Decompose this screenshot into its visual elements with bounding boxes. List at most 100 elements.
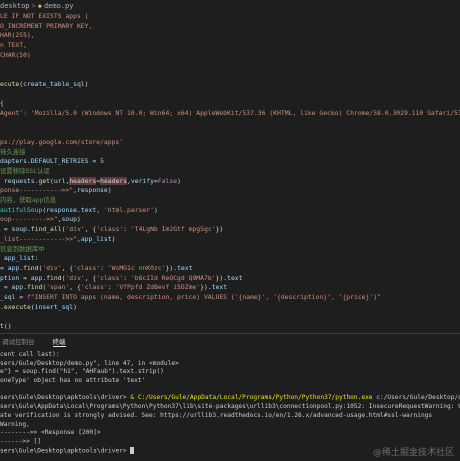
- code-token: 'WsMG1c nnK0zc': [107, 263, 166, 272]
- code-token: ecute: [0, 79, 20, 88]
- code-line: ecute(create_table_sql): [0, 80, 460, 90]
- code-token: }).: [165, 263, 178, 272]
- code-token: t(): [0, 322, 12, 330]
- code-line: requests.get(url,headers=headers,verify=…: [0, 176, 460, 187]
- code-token: =: [88, 157, 101, 166]
- code-token: ption: [0, 273, 20, 282]
- terminal-line: cent call last):: [0, 351, 460, 360]
- code-line: O_INCREMENT PRIMARY KEY,: [0, 22, 460, 32]
- code-token: =: [0, 225, 12, 234]
- tab-debug-console[interactable]: 调试控制台: [2, 336, 35, 346]
- code-token: oup--------->>": [0, 215, 58, 224]
- code-token: text: [177, 263, 193, 272]
- code-line: _sql = f"INSERT INTO apps (name, descrip…: [0, 293, 460, 303]
- code-token: insert_sql: [34, 302, 74, 311]
- code-token: c:/Users/Gule/Desktop/demo.py: [376, 394, 460, 402]
- code-line: ponse----------->>",response): [0, 186, 460, 196]
- code-token: ): [84, 79, 89, 88]
- terminal-line: oneType' object has no attribute 'text': [0, 377, 460, 386]
- code-token: O_INCREMENT PRIMARY KEY,: [0, 21, 93, 30]
- code-token: 'div': [42, 263, 62, 272]
- code-token: 内容，获取app信息: [0, 196, 57, 205]
- code-line: 内容，获取app信息: [0, 196, 460, 206]
- code-token: DEFAULT_RETRIES: [30, 157, 89, 166]
- terminal-line: ate verification is strongly advised. Se…: [0, 412, 460, 421]
- code-token: 'T4LgNb Im2Gtf mpg5gc': [130, 225, 216, 234]
- code-token: response: [46, 205, 77, 214]
- code-token: n TEXT,: [0, 41, 27, 50]
- terminal-line: sers/Gule/Desktop/demo.py", line 47, in …: [0, 360, 460, 369]
- code-token: ): [177, 176, 181, 185]
- breadcrumb-separator: >: [31, 2, 36, 10]
- code-token: oneType' object has no attribute 'text': [0, 377, 146, 385]
- code-line: Agent': 'Mozilla/5.0 (Windows NT 10.0; W…: [0, 109, 460, 119]
- code-token: sers\Gule\Desktop\apktools\driver>: [0, 394, 131, 402]
- code-line: 信息到数据库中: [0, 245, 460, 255]
- code-token: ): [153, 205, 158, 214]
- code-token: app: [11, 283, 24, 292]
- code-token: 'class': [73, 263, 101, 272]
- code-token: 'div': [65, 273, 85, 282]
- code-token: find: [26, 283, 43, 292]
- code-token: ,: [96, 205, 104, 214]
- code-token: =: [0, 283, 12, 292]
- code-token: 设置移除SSL认证: [0, 167, 50, 175]
- terminal-line: Warning,: [0, 421, 460, 430]
- code-line: .execute(insert_sql): [0, 303, 460, 313]
- breadcrumb-folder[interactable]: desktop: [0, 2, 30, 10]
- code-token: ------>> []: [0, 437, 41, 445]
- code-token: =: [19, 273, 31, 282]
- code-token: 'div': [65, 225, 85, 234]
- terminal-line: -------->> <Response [200]>: [0, 429, 460, 438]
- code-token: ponse----------->>": [0, 186, 74, 195]
- python-file-icon: ◆: [37, 2, 42, 10]
- code-editor[interactable]: LE IF NOT EXISTS apps (O_INCREMENT PRIMA…: [0, 12, 460, 333]
- code-token: }).: [215, 273, 228, 282]
- code-token: :: [34, 254, 39, 263]
- code-line: 设置移除SSL认证: [0, 167, 460, 177]
- code-line: = soup.find_all('div', {'class': 'T4LgNb…: [0, 225, 460, 235]
- terminal[interactable]: cent call last): sers/Gule/Desktop/demo.p…: [0, 348, 460, 455]
- code-token: , {: [61, 263, 74, 272]
- code-line: app_list:: [0, 254, 460, 264]
- code-token: 待久连接: [0, 147, 26, 156]
- code-line: dapters.DEFAULT_RETRIES = 5: [0, 157, 460, 167]
- code-line: CHAR(50): [0, 51, 460, 61]
- code-line: HAR(255),: [0, 31, 460, 41]
- code-token: ate verification is strongly advised. Se…: [0, 411, 433, 419]
- code-token: -------->> <Response [200]>: [0, 429, 101, 437]
- code-token: response: [76, 186, 108, 195]
- code-token: e"} = soup.find("h1", "AHFaub").text.str…: [0, 368, 164, 376]
- code-token: , {: [84, 225, 97, 234]
- terminal-line: e"} = soup.find("h1", "AHFaub").text.str…: [0, 368, 460, 377]
- code-token: headers: [100, 176, 128, 185]
- terminal-cursor: [130, 446, 135, 454]
- code-token: cent call last):: [0, 351, 60, 358]
- code-token: , {: [84, 273, 97, 282]
- breadcrumb-file[interactable]: demo.py: [44, 2, 74, 10]
- code-token: Warning,: [0, 420, 30, 428]
- code-token: :: [100, 263, 108, 272]
- code-token: find: [23, 263, 39, 272]
- code-token: sers\Gule\AppData\Local\Programs\Python\…: [0, 403, 460, 411]
- code-token: text: [211, 283, 228, 292]
- code-token: 信息到数据库中: [0, 244, 45, 253]
- code-token: app_list: [0, 254, 35, 263]
- code-token: :: [123, 225, 131, 234]
- tab-terminal[interactable]: 终端: [52, 336, 66, 347]
- code-line: _list------------>>",app_list): [0, 235, 460, 245]
- code-token: :: [123, 273, 131, 282]
- code-token: app: [7, 263, 20, 272]
- terminal-line: sers\Gule\AppData\Local\Programs\Python\…: [0, 403, 460, 412]
- code-token: find: [46, 273, 62, 282]
- code-token: dapters: [0, 157, 27, 166]
- code-token: url: [53, 176, 66, 185]
- code-token: False: [157, 176, 178, 185]
- code-token: _sql: [0, 292, 16, 301]
- breadcrumb: desktop > ◆ demo.py: [0, 0, 460, 12]
- code-token: HAR(255),: [0, 31, 35, 40]
